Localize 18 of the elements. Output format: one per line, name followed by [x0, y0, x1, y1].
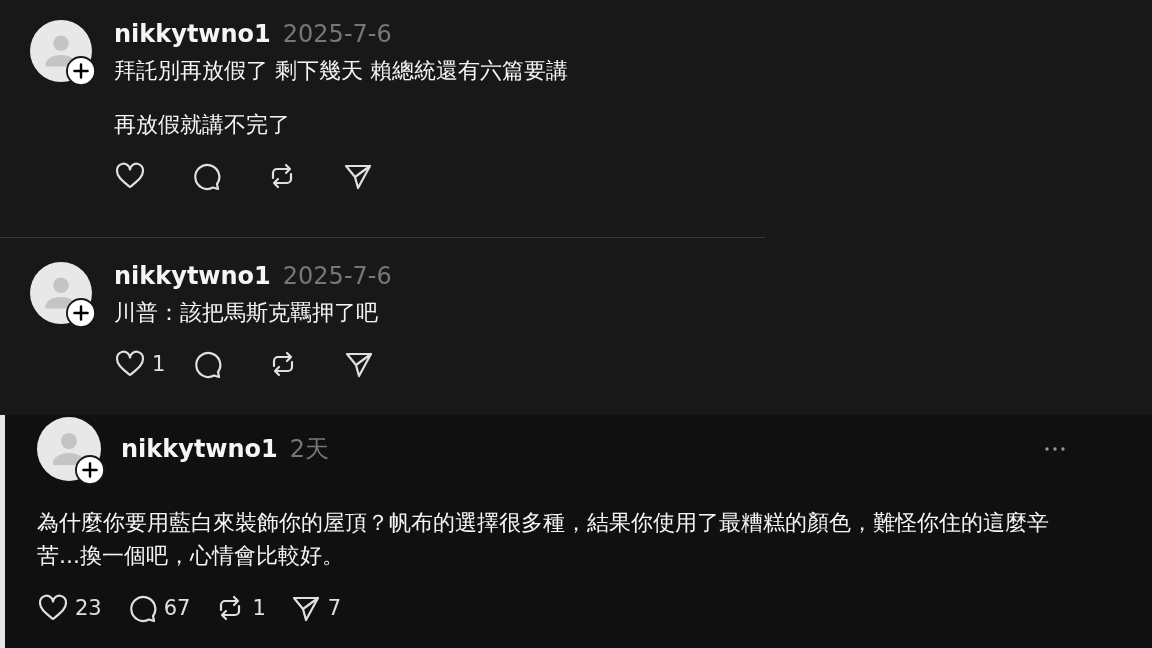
comment-button[interactable]: 67 — [125, 592, 191, 624]
reply-text: 川普：該把馬斯克羈押了吧 — [114, 299, 379, 327]
username[interactable]: nikkytwno1 — [114, 262, 271, 290]
plus-icon[interactable] — [66, 298, 96, 328]
repost-button[interactable]: 1 — [214, 592, 266, 624]
like-button[interactable]: 1 — [114, 348, 166, 380]
reply-text: 再放假就講不完了 — [114, 111, 291, 139]
timestamp: 2025-7-6 — [282, 20, 392, 48]
reply-text: 拜託別再放假了 剩下幾天 賴總統還有六篇要講 — [114, 57, 568, 85]
like-button[interactable]: 23 — [37, 592, 102, 624]
share-button[interactable]: 7 — [289, 592, 342, 624]
plus-icon[interactable] — [66, 56, 96, 86]
username[interactable]: nikkytwno1 — [121, 435, 278, 463]
post-text: 為什麼你要用藍白來裝飾你的屋頂？帆布的選擇很多種，結果你使用了最糟糕的顏色，難怪你住的這麼辛苦...換一個吧，心情會比較好。 — [37, 509, 1050, 570]
timestamp: 2天 — [289, 434, 330, 465]
plus-icon[interactable] — [75, 455, 105, 485]
timestamp: 2025-7-6 — [282, 262, 392, 290]
username[interactable]: nikkytwno1 — [114, 20, 271, 48]
